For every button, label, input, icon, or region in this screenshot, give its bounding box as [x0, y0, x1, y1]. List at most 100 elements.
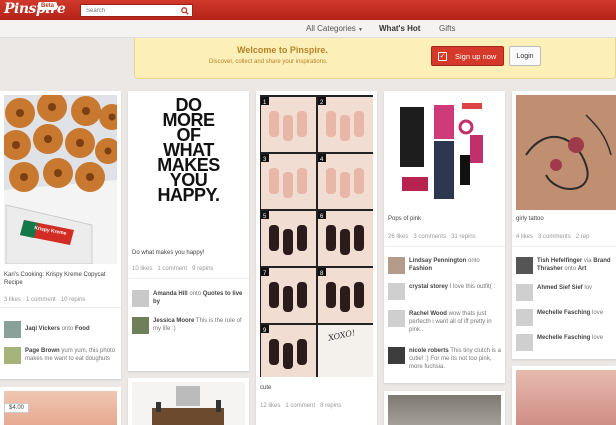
pin-comment: Page Brown yum yum, this photo makes me … — [4, 347, 118, 371]
comment-body: lov — [584, 285, 593, 291]
user-link[interactable]: Mechelle Fasching — [537, 335, 590, 341]
search-icon[interactable] — [178, 5, 191, 16]
repins-count: 9 repins — [192, 266, 214, 272]
pin-stats: 4 likes 3 comments 2 rep — [516, 234, 589, 240]
pin-description: Kari's Cooking: Krispy Kreme Copycat Rec… — [4, 272, 106, 286]
avatar[interactable] — [132, 290, 149, 307]
user-link[interactable]: nicole roberts — [409, 348, 449, 354]
onto-label: onto — [189, 291, 202, 297]
pin-image-nails[interactable]: 123456789 — [260, 95, 373, 377]
pin-image-nails-2[interactable] — [388, 395, 501, 425]
nav-all-categories[interactable]: All Categories ▼ — [306, 24, 363, 33]
comments-count: 1 comment — [26, 297, 56, 303]
avatar[interactable] — [388, 347, 405, 364]
avatar[interactable] — [4, 321, 21, 338]
comment-text: Mechelle Fasching love — [537, 334, 603, 342]
welcome-subtitle: Discover, collect and share your inspira… — [209, 59, 328, 65]
user-link[interactable]: Amanda Hill — [153, 291, 188, 297]
pin-image-nails-3[interactable] — [516, 370, 616, 425]
user-link[interactable]: Mechelle Fasching — [537, 310, 590, 316]
pin-card[interactable] — [128, 378, 249, 425]
nail-shape — [297, 111, 307, 137]
sign-up-button[interactable]: ✓ Sign up now — [431, 46, 504, 66]
beta-badge: Beta — [38, 2, 58, 10]
pin-comment: crystal storey I love this outfit( : — [388, 283, 502, 301]
comment-text: Tish Hefelfinger via Brand Thrasher onto… — [537, 257, 613, 273]
user-link[interactable]: Jaqi Vickers — [25, 326, 60, 332]
nail-shape — [354, 225, 364, 251]
divider — [384, 246, 505, 247]
pin-card[interactable] — [384, 391, 505, 425]
pin-comment: Lindsay Pennington onto Fashion — [388, 257, 502, 275]
avatar[interactable] — [388, 310, 405, 327]
comment-text: crystal storey I love this outfit( : — [409, 283, 495, 291]
pin-image-donuts[interactable]: Krispy Kreme — [4, 95, 117, 264]
pin-image-tattoo[interactable] — [516, 95, 616, 210]
pin-card[interactable]: $4.00 — [0, 387, 121, 425]
pin-card[interactable]: Krispy Kreme Kari's Cooking: Krispy Krem… — [0, 91, 121, 379]
user-link[interactable]: Page Brown — [25, 348, 60, 354]
pin-card[interactable]: 123456789 XOXO! cute 12 likes 1 comment … — [256, 91, 377, 425]
avatar[interactable] — [516, 257, 533, 274]
chevron-down-icon: ▼ — [358, 27, 363, 33]
nail-shape — [354, 168, 364, 194]
nail-steps-image: 1 23 45 67 89 — [261, 97, 373, 377]
user-link[interactable]: Lindsay Pennington — [409, 258, 466, 264]
onto-label: onto — [468, 258, 480, 264]
comments-count: 3 comments — [413, 234, 447, 240]
avatar[interactable] — [516, 284, 533, 301]
avatar[interactable] — [388, 257, 405, 274]
nail-shape — [297, 168, 307, 194]
pin-description: cute — [260, 385, 272, 391]
pin-card[interactable]: girly tattoo 4 likes 3 comments 2 rep Ti… — [512, 91, 616, 359]
comment-body: I love this outfit( : — [449, 284, 496, 290]
divider — [512, 246, 616, 247]
fashion-image — [400, 103, 483, 199]
avatar[interactable] — [388, 283, 405, 300]
repins-count: 31 repins — [451, 234, 476, 240]
pin-description: girly tattoo — [516, 216, 544, 222]
comment-text: Page Brown yum yum, this photo makes me … — [25, 347, 118, 363]
board-link[interactable]: Fashion — [409, 266, 432, 272]
pin-card[interactable] — [512, 366, 616, 425]
user-link[interactable]: Rachel Wood — [409, 311, 447, 317]
nail-shape — [354, 282, 364, 308]
likes-count: 10 likes — [132, 266, 153, 272]
pin-image-fashion[interactable] — [388, 95, 501, 210]
user-link[interactable]: Ahmed Sief Sief — [537, 285, 583, 291]
comment-text: Mechelle Fasching love — [537, 309, 603, 317]
divider — [128, 278, 249, 279]
user-link[interactable]: Jessica Moore — [153, 318, 194, 324]
avatar[interactable] — [4, 347, 21, 364]
pin-image-quote[interactable]: DO MORE OF WHAT MAKES YOU HAPPY. — [132, 95, 245, 241]
login-button[interactable]: Login — [509, 46, 541, 66]
comment-text: Jessica Moore This is the rule of my lif… — [153, 317, 246, 333]
nail-shape — [340, 115, 350, 141]
board-link[interactable]: Art — [578, 266, 587, 272]
nail-shape — [283, 115, 293, 141]
search-input[interactable] — [81, 5, 177, 16]
nail-shape — [297, 339, 307, 365]
pin-image-makeup[interactable] — [132, 382, 245, 425]
likes-count: 26 likes — [388, 234, 409, 240]
pin-comment: nicole roberts This tiny clutch is a cut… — [388, 347, 502, 371]
board-link[interactable]: Food — [75, 326, 90, 332]
pin-stats: 12 likes 1 comment 8 repins — [260, 403, 341, 409]
nail-shape — [297, 282, 307, 308]
nail-shape — [269, 168, 279, 194]
avatar[interactable] — [516, 334, 533, 351]
checkmark-icon: ✓ — [438, 51, 447, 61]
nail-shape — [326, 225, 336, 251]
comments-count: 1 comment — [157, 266, 188, 272]
nav-whats-hot[interactable]: What's Hot — [379, 24, 420, 33]
pin-card[interactable]: DO MORE OF WHAT MAKES YOU HAPPY. Do what… — [128, 91, 249, 371]
avatar[interactable] — [516, 309, 533, 326]
user-link[interactable]: crystal storey — [409, 284, 448, 290]
avatar[interactable] — [132, 317, 149, 334]
nav-gifts[interactable]: Gifts — [439, 24, 455, 33]
top-bar: Pinspire Beta — [0, 0, 616, 20]
pin-card[interactable]: Pops of pink 26 likes 3 comments 31 repi… — [384, 91, 505, 383]
user-link[interactable]: Tish Hefelfinger — [537, 258, 582, 264]
nail-shape — [340, 172, 350, 198]
comment-text: Ahmed Sief Sief lov — [537, 284, 592, 292]
